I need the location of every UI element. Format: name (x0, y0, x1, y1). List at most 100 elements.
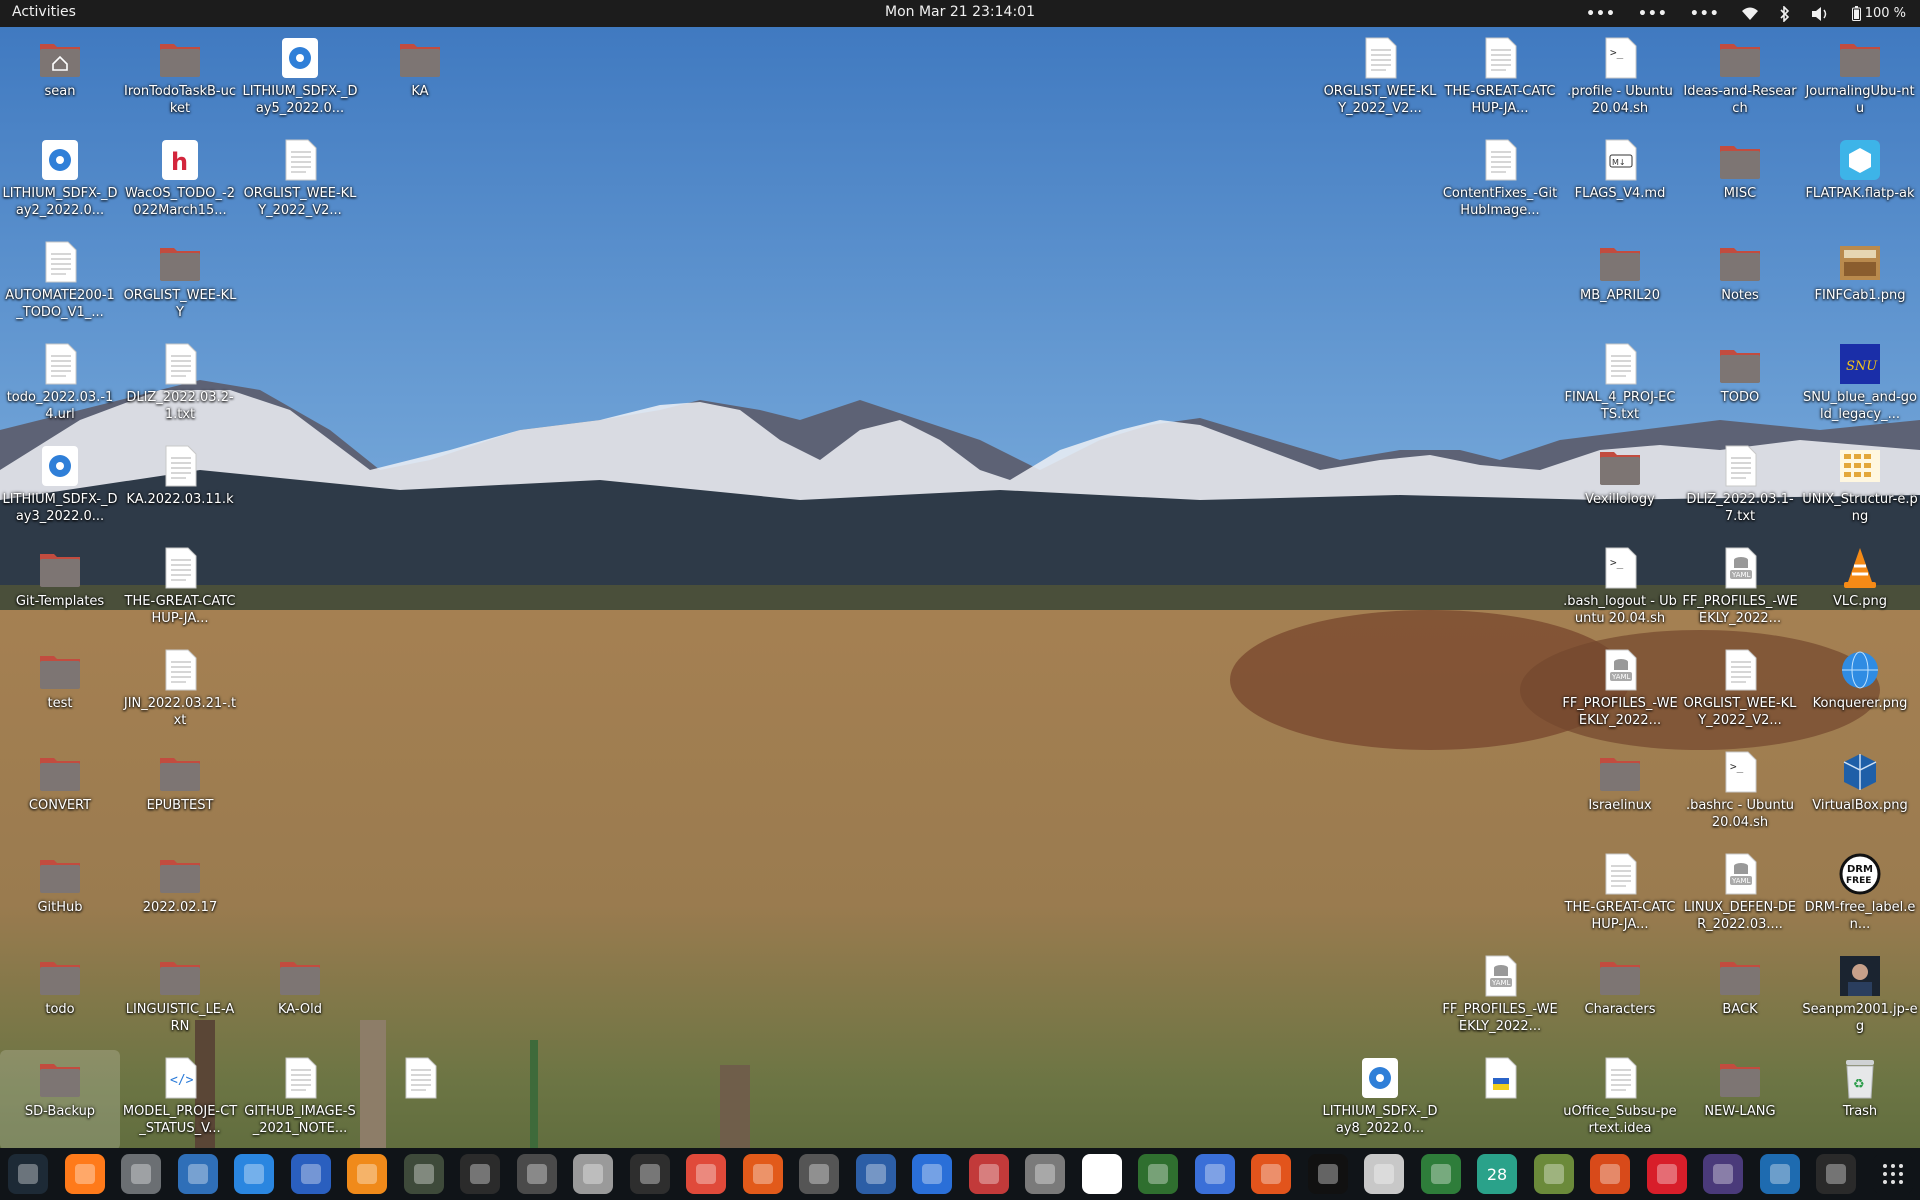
desktop-icon[interactable]: KA.2022.03.11.k (120, 438, 240, 538)
dock-document-scanner-icon[interactable] (1364, 1154, 1404, 1194)
desktop-icon[interactable]: YAML FF_PROFILES_-WEEKLY_2022... (1560, 642, 1680, 742)
desktop-icon[interactable]: Characters (1560, 948, 1680, 1048)
desktop-icon[interactable]: ♻ Trash (1800, 1050, 1920, 1150)
desktop-icon[interactable]: Git-Templates (0, 540, 120, 640)
tray-overflow-menu-1[interactable]: ••• (1586, 6, 1616, 22)
volume-icon[interactable] (1811, 6, 1830, 21)
desktop-icon[interactable]: LITHIUM_SDFX-_Day5_2022.0... (240, 30, 360, 130)
desktop-icon[interactable]: YAML FF_PROFILES_-WEEKLY_2022... (1440, 948, 1560, 1048)
dock-settings-icon[interactable] (121, 1154, 161, 1194)
dock-extension-manager-icon[interactable] (403, 1154, 444, 1194)
desktop-icon[interactable]: GITHUB_IMAGE-S_2021_NOTE... (240, 1050, 360, 1150)
dock-files-icon[interactable] (573, 1154, 613, 1194)
dock-update-manager-icon[interactable] (1251, 1154, 1291, 1194)
desktop-icon[interactable]: DRM FREE DRM-free_label.en... (1800, 846, 1920, 946)
dock-todo-icon[interactable] (912, 1154, 952, 1194)
desktop-icon[interactable]: Konquerer.png (1800, 642, 1920, 742)
desktop-icon[interactable]: THE-GREAT-CATCHUP-JA... (1440, 30, 1560, 130)
desktop-icon[interactable]: KA-Old (240, 948, 360, 1048)
desktop-icon[interactable]: DLIZ_2022.03.2-1.txt (120, 336, 240, 436)
dock-spreadsheet-icon[interactable] (1420, 1154, 1461, 1194)
desktop-icon[interactable] (1440, 1050, 1560, 1150)
desktop-icon[interactable]: NEW-LANG (1680, 1050, 1800, 1150)
desktop-icon[interactable]: ORGLIST_WEE-KLY_2022_V2... (1680, 642, 1800, 742)
dock-calculator-icon[interactable] (629, 1154, 670, 1194)
dock-screen-recorder-icon[interactable] (1703, 1154, 1743, 1194)
desktop-icon[interactable]: test (0, 642, 120, 742)
dock-workspaces-icon[interactable] (1194, 1154, 1235, 1194)
dock-character-map-icon[interactable] (1081, 1154, 1122, 1194)
desktop-icon[interactable]: MISC (1680, 132, 1800, 232)
desktop-icon[interactable]: Seanpm2001.jp-eg (1800, 948, 1920, 1048)
desktop-icon[interactable]: h WacOS_TODO_-2022March15... (120, 132, 240, 232)
dock-system-monitor-icon[interactable] (8, 1154, 48, 1194)
desktop-icon[interactable]: TODO (1680, 336, 1800, 436)
desktop-icon[interactable]: VLC.png (1800, 540, 1920, 640)
desktop-icon[interactable] (360, 1050, 480, 1150)
dock-game-icon[interactable] (1590, 1154, 1630, 1194)
desktop-icon[interactable]: KA (360, 30, 480, 130)
desktop-icon[interactable]: THE-GREAT-CATCHUP-JA... (1560, 846, 1680, 946)
desktop-icon[interactable]: >_ .bash_logout - Ubuntu 20.04.sh (1560, 540, 1680, 640)
dock-text-editor-icon[interactable] (290, 1154, 331, 1194)
desktop-icon[interactable]: VirtualBox.png (1800, 744, 1920, 844)
desktop-icon[interactable]: ORGLIST_WEE-KLY_2022_V2... (1320, 30, 1440, 130)
dock-firefox-icon[interactable] (64, 1154, 105, 1194)
desktop-icon[interactable]: LITHIUM_SDFX-_Day3_2022.0... (0, 438, 120, 538)
desktop-icon[interactable]: ORGLIST_WEE-KLY_2022_V2... (240, 132, 360, 232)
dock-disk-usage-icon[interactable] (799, 1154, 839, 1194)
dock-archive-icon[interactable] (1025, 1154, 1065, 1194)
desktop-icon[interactable]: EPUBTEST (120, 744, 240, 844)
desktop-icon[interactable]: Vexillology (1560, 438, 1680, 538)
dock-show-apps-icon[interactable] (1872, 1154, 1913, 1194)
desktop-icon[interactable]: FINAL_4_PROJ-ECTS.txt (1560, 336, 1680, 436)
dock-alert-icon[interactable] (1646, 1154, 1687, 1194)
desktop-icon[interactable]: FINFCab1.png (1800, 234, 1920, 334)
bluetooth-icon[interactable] (1780, 5, 1790, 22)
dock-calendar-icon[interactable]: 28 (1477, 1154, 1517, 1194)
dock-image-search-icon[interactable] (516, 1154, 557, 1194)
tray-overflow-menu-2[interactable]: ••• (1638, 6, 1668, 22)
desktop-icon[interactable]: SD-Backup (0, 1050, 120, 1150)
desktop-icon[interactable]: LINGUISTIC_LE-ARN (120, 948, 240, 1048)
desktop-icon[interactable]: DLIZ_2022.03.1-7.txt (1680, 438, 1800, 538)
desktop-icon[interactable]: THE-GREAT-CATCHUP-JA... (120, 540, 240, 640)
desktop-icon[interactable]: ContentFixes_-GitHubImage... (1440, 132, 1560, 232)
activities-button[interactable]: Activities (12, 4, 76, 20)
desktop-icon[interactable]: UNIX_Structur-e.png (1800, 438, 1920, 538)
desktop-icon[interactable]: LITHIUM_SDFX-_Day2_2022.0... (0, 132, 120, 232)
desktop-icon[interactable]: Ideas-and-Research (1680, 30, 1800, 130)
desktop-icon[interactable]: IronTodoTaskB-ucket (120, 30, 240, 130)
desktop-icon[interactable]: BACK (1680, 948, 1800, 1048)
dock-software-updater-icon[interactable] (1816, 1154, 1856, 1194)
desktop-icon[interactable]: Notes (1680, 234, 1800, 334)
desktop-icon[interactable]: JournalingUbu-ntu (1800, 30, 1920, 130)
desktop-icon[interactable]: sean (0, 30, 120, 130)
desktop-icon[interactable]: SNU SNU_blue_and-gold_legacy_... (1800, 336, 1920, 436)
desktop-icon[interactable]: >_ .profile - Ubuntu 20.04.sh (1560, 30, 1680, 130)
desktop-icon[interactable]: </> MODEL_PROJE-CT_STATUS_V... (120, 1050, 240, 1150)
dock-vlc-icon[interactable] (347, 1154, 387, 1194)
dock-system-monitor-graph-icon[interactable] (686, 1154, 726, 1194)
desktop-icon[interactable]: YAML LINUX_DEFEN-DER_2022.03.... (1680, 846, 1800, 946)
desktop-icon[interactable]: CONVERT (0, 744, 120, 844)
dock-terminal-icon[interactable] (460, 1154, 500, 1194)
desktop-icon[interactable]: ORGLIST_WEE-KLY (120, 234, 240, 334)
dock-vim-icon[interactable] (1138, 1154, 1178, 1194)
desktop-icon[interactable]: AUTOMATE200-1_TODO_V1_... (0, 234, 120, 334)
desktop-icon[interactable]: FLATPAK.flatp-ak (1800, 132, 1920, 232)
desktop-icon[interactable]: LITHIUM_SDFX-_Day8_2022.0... (1320, 1050, 1440, 1150)
wifi-icon[interactable] (1741, 7, 1758, 21)
dock-help-icon[interactable] (234, 1154, 274, 1194)
desktop-icon[interactable]: 2022.02.17 (120, 846, 240, 946)
dock-font-viewer-icon[interactable] (855, 1154, 896, 1194)
desktop-icon[interactable]: GitHub (0, 846, 120, 946)
dock-pidgin-icon[interactable] (1533, 1154, 1574, 1194)
desktop-icon[interactable]: M↓ FLAGS_V4.md (1560, 132, 1680, 232)
desktop-icon[interactable]: >_ .bashrc - Ubuntu 20.04.sh (1680, 744, 1800, 844)
desktop-icon[interactable]: uOffice_Subsu-pertext.idea (1560, 1050, 1680, 1150)
battery-indicator[interactable]: 100 % (1851, 6, 1906, 21)
dock-app-store-2-icon[interactable] (1759, 1154, 1800, 1194)
dock-screenshot-icon[interactable] (968, 1154, 1009, 1194)
dock-app-store-icon[interactable] (742, 1154, 783, 1194)
